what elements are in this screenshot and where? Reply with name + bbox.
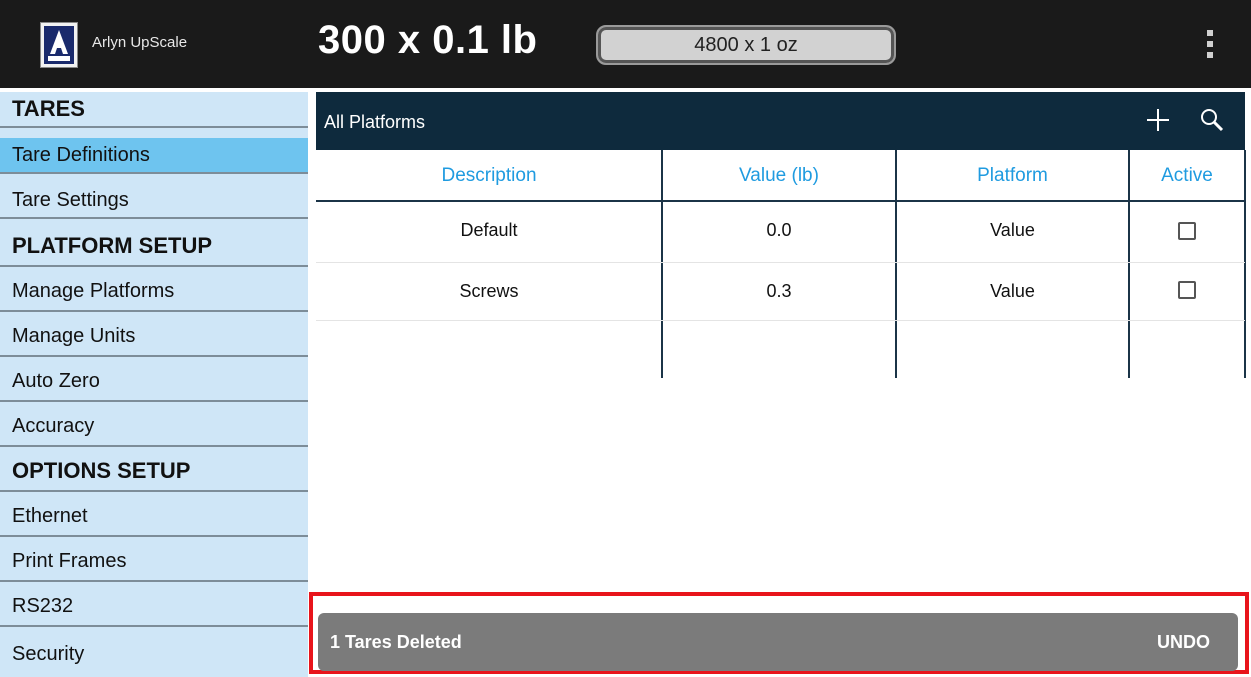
- search-button[interactable]: [1198, 106, 1226, 134]
- row-description: Screws: [459, 280, 519, 301]
- row-platform: Value: [990, 280, 1035, 301]
- sidebar-item-auto-zero[interactable]: Auto Zero: [0, 362, 308, 402]
- panel-header: All Platforms: [316, 92, 1245, 150]
- sidebar-item-print-frames[interactable]: Print Frames: [0, 542, 308, 582]
- primary-weight-reading: 300 x 0.1 lb: [318, 18, 538, 62]
- sidebar-header-tares: TARES: [0, 92, 308, 128]
- sidebar-item-tare-definitions[interactable]: Tare Definitions: [0, 138, 308, 174]
- top-action-bar: Arlyn UpScale 300 x 0.1 lb 4800 x 1 oz: [0, 0, 1251, 88]
- row-active-checkbox[interactable]: [1178, 222, 1196, 240]
- snackbar-message: 1 Tares Deleted: [330, 632, 462, 652]
- plus-icon: [1147, 109, 1169, 131]
- sidebar-item-tare-settings[interactable]: Tare Settings: [0, 183, 308, 219]
- sidebar-item-security[interactable]: Security: [0, 632, 308, 676]
- column-header-active[interactable]: Active: [1129, 150, 1245, 202]
- secondary-weight-button[interactable]: 4800 x 1 oz: [596, 25, 896, 65]
- add-tare-button[interactable]: [1142, 104, 1174, 136]
- row-value: 0.0: [766, 219, 792, 240]
- column-divider: [1244, 150, 1246, 378]
- row-active-checkbox[interactable]: [1178, 281, 1196, 299]
- row-platform: Value: [990, 219, 1035, 240]
- column-header-value[interactable]: Value (lb): [662, 150, 896, 202]
- sidebar-header-options-setup: OPTIONS SETUP: [0, 452, 308, 492]
- row-value: 0.3: [766, 280, 792, 301]
- sidebar-item-accuracy[interactable]: Accuracy: [0, 407, 308, 447]
- row-description: Default: [460, 219, 518, 240]
- column-header-description[interactable]: Description: [316, 150, 662, 202]
- panel-title: All Platforms: [324, 112, 426, 132]
- tare-definitions-panel: All Platforms Description Value (lb) Pla…: [316, 92, 1251, 677]
- sidebar-header-platform-setup: PLATFORM SETUP: [0, 227, 308, 267]
- settings-sidebar: TARES Tare Definitions Tare Settings PLA…: [0, 92, 308, 677]
- deleted-snackbar: 1 Tares Deleted UNDO: [318, 613, 1238, 671]
- app-title: Arlyn UpScale: [92, 34, 188, 51]
- app-logo-icon: [40, 22, 78, 68]
- sidebar-item-manage-units[interactable]: Manage Units: [0, 317, 308, 357]
- overflow-menu-icon[interactable]: [1204, 30, 1216, 58]
- row-divider: [316, 320, 1245, 321]
- sidebar-item-ethernet[interactable]: Ethernet: [0, 497, 308, 537]
- sidebar-item-manage-platforms[interactable]: Manage Platforms: [0, 272, 308, 312]
- search-icon: [1201, 109, 1224, 132]
- column-header-platform[interactable]: Platform: [896, 150, 1129, 202]
- sidebar-item-rs232[interactable]: RS232: [0, 587, 308, 627]
- secondary-weight-label: 4800 x 1 oz: [694, 33, 798, 56]
- undo-button[interactable]: UNDO: [1157, 632, 1210, 653]
